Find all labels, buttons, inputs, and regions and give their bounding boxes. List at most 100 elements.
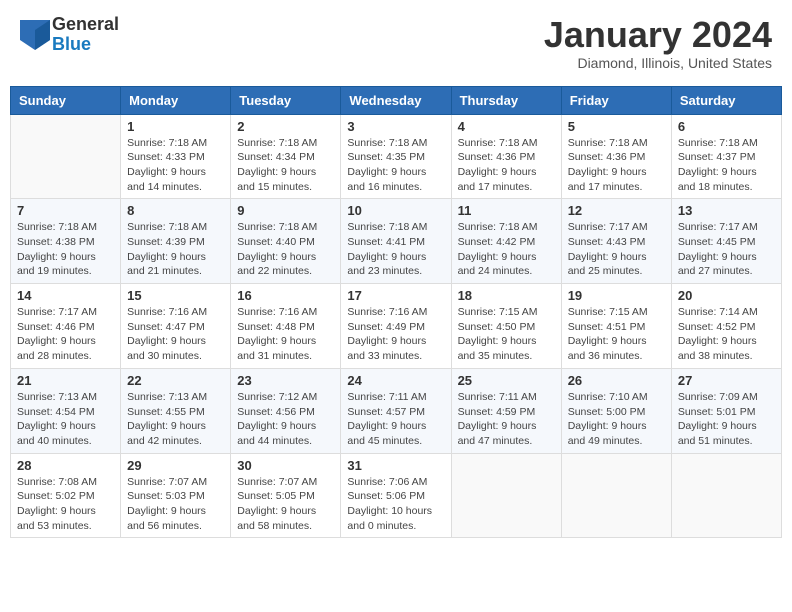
day-number: 3 <box>347 119 444 134</box>
day-info: Sunrise: 7:18 AMSunset: 4:38 PMDaylight:… <box>17 220 114 279</box>
day-number: 10 <box>347 203 444 218</box>
calendar-cell: 27Sunrise: 7:09 AMSunset: 5:01 PMDayligh… <box>671 368 781 453</box>
calendar-cell <box>671 453 781 538</box>
day-info: Sunrise: 7:18 AMSunset: 4:35 PMDaylight:… <box>347 136 444 195</box>
calendar-cell: 3 Sunrise: 7:18 AMSunset: 4:35 PMDaylight… <box>341 114 451 199</box>
page-header: General Blue January 2024 Diamond, Illin… <box>10 10 782 76</box>
calendar-cell <box>561 453 671 538</box>
day-info: Sunrise: 7:15 AMSunset: 4:50 PMDaylight:… <box>458 305 555 364</box>
calendar-cell: 12Sunrise: 7:17 AMSunset: 4:43 PMDayligh… <box>561 199 671 284</box>
day-info: Sunrise: 7:13 AMSunset: 4:54 PMDaylight:… <box>17 390 114 449</box>
day-number: 12 <box>568 203 665 218</box>
day-header-friday: Friday <box>561 86 671 114</box>
month-title: January 2024 <box>544 15 772 55</box>
day-number: 1 <box>127 119 224 134</box>
logo-text: General Blue <box>52 15 119 55</box>
day-number: 5 <box>568 119 665 134</box>
calendar-cell: 19 Sunrise: 7:15 AMSunset: 4:51 PMDayligh… <box>561 284 671 369</box>
day-info: Sunrise: 7:16 AMSunset: 4:49 PMDaylight:… <box>347 305 444 364</box>
day-info: Sunrise: 7:16 AMSunset: 4:47 PMDaylight:… <box>127 305 224 364</box>
calendar-cell: 10 Sunrise: 7:18 AMSunset: 4:41 PMDayligh… <box>341 199 451 284</box>
calendar-cell: 31 Sunrise: 7:06 AMSunset: 5:06 PMDayligh… <box>341 453 451 538</box>
day-number: 14 <box>17 288 114 303</box>
day-header-sunday: Sunday <box>11 86 121 114</box>
day-header-monday: Monday <box>121 86 231 114</box>
day-number: 11 <box>458 203 555 218</box>
calendar-cell: 24 Sunrise: 7:11 AMSunset: 4:57 PMDayligh… <box>341 368 451 453</box>
calendar-week-row: 28Sunrise: 7:08 AMSunset: 5:02 PMDayligh… <box>11 453 782 538</box>
calendar-cell: 1 Sunrise: 7:18 AMSunset: 4:33 PMDaylight… <box>121 114 231 199</box>
calendar-week-row: 1 Sunrise: 7:18 AMSunset: 4:33 PMDaylight… <box>11 114 782 199</box>
calendar-cell <box>451 453 561 538</box>
day-info: Sunrise: 7:18 AMSunset: 4:41 PMDaylight:… <box>347 220 444 279</box>
day-info: Sunrise: 7:13 AMSunset: 4:55 PMDaylight:… <box>127 390 224 449</box>
calendar-week-row: 21 Sunrise: 7:13 AMSunset: 4:54 PMDayligh… <box>11 368 782 453</box>
day-number: 22 <box>127 373 224 388</box>
calendar-table: SundayMondayTuesdayWednesdayThursdayFrid… <box>10 86 782 539</box>
calendar-cell: 17 Sunrise: 7:16 AMSunset: 4:49 PMDayligh… <box>341 284 451 369</box>
calendar-cell: 29Sunrise: 7:07 AMSunset: 5:03 PMDayligh… <box>121 453 231 538</box>
day-info: Sunrise: 7:18 AMSunset: 4:39 PMDaylight:… <box>127 220 224 279</box>
day-number: 23 <box>237 373 334 388</box>
day-number: 15 <box>127 288 224 303</box>
day-number: 2 <box>237 119 334 134</box>
calendar-cell: 20Sunrise: 7:14 AMSunset: 4:52 PMDayligh… <box>671 284 781 369</box>
day-number: 21 <box>17 373 114 388</box>
day-info: Sunrise: 7:09 AMSunset: 5:01 PMDaylight:… <box>678 390 775 449</box>
day-number: 17 <box>347 288 444 303</box>
calendar-week-row: 14Sunrise: 7:17 AMSunset: 4:46 PMDayligh… <box>11 284 782 369</box>
day-number: 9 <box>237 203 334 218</box>
calendar-cell: 22 Sunrise: 7:13 AMSunset: 4:55 PMDayligh… <box>121 368 231 453</box>
day-number: 30 <box>237 458 334 473</box>
day-number: 24 <box>347 373 444 388</box>
day-info: Sunrise: 7:10 AMSunset: 5:00 PMDaylight:… <box>568 390 665 449</box>
calendar-cell: 4 Sunrise: 7:18 AMSunset: 4:36 PMDaylight… <box>451 114 561 199</box>
day-number: 29 <box>127 458 224 473</box>
logo: General Blue <box>20 15 119 55</box>
day-info: Sunrise: 7:15 AMSunset: 4:51 PMDaylight:… <box>568 305 665 364</box>
day-info: Sunrise: 7:18 AMSunset: 4:37 PMDaylight:… <box>678 136 775 195</box>
calendar-cell: 16 Sunrise: 7:16 AMSunset: 4:48 PMDayligh… <box>231 284 341 369</box>
day-info: Sunrise: 7:18 AMSunset: 4:36 PMDaylight:… <box>458 136 555 195</box>
day-info: Sunrise: 7:12 AMSunset: 4:56 PMDaylight:… <box>237 390 334 449</box>
calendar-cell: 9 Sunrise: 7:18 AMSunset: 4:40 PMDaylight… <box>231 199 341 284</box>
calendar-cell: 30 Sunrise: 7:07 AMSunset: 5:05 PMDayligh… <box>231 453 341 538</box>
calendar-cell: 11 Sunrise: 7:18 AMSunset: 4:42 PMDayligh… <box>451 199 561 284</box>
day-number: 26 <box>568 373 665 388</box>
day-number: 6 <box>678 119 775 134</box>
day-info: Sunrise: 7:16 AMSunset: 4:48 PMDaylight:… <box>237 305 334 364</box>
day-number: 16 <box>237 288 334 303</box>
day-number: 19 <box>568 288 665 303</box>
day-info: Sunrise: 7:18 AMSunset: 4:34 PMDaylight:… <box>237 136 334 195</box>
day-number: 31 <box>347 458 444 473</box>
day-header-saturday: Saturday <box>671 86 781 114</box>
day-number: 18 <box>458 288 555 303</box>
day-number: 13 <box>678 203 775 218</box>
day-info: Sunrise: 7:07 AMSunset: 5:05 PMDaylight:… <box>237 475 334 534</box>
logo-blue-text: Blue <box>52 35 119 55</box>
day-info: Sunrise: 7:18 AMSunset: 4:33 PMDaylight:… <box>127 136 224 195</box>
day-info: Sunrise: 7:17 AMSunset: 4:45 PMDaylight:… <box>678 220 775 279</box>
day-info: Sunrise: 7:11 AMSunset: 4:57 PMDaylight:… <box>347 390 444 449</box>
day-info: Sunrise: 7:06 AMSunset: 5:06 PMDaylight:… <box>347 475 444 534</box>
logo-general-text: General <box>52 15 119 35</box>
calendar-cell <box>11 114 121 199</box>
day-header-wednesday: Wednesday <box>341 86 451 114</box>
day-info: Sunrise: 7:18 AMSunset: 4:40 PMDaylight:… <box>237 220 334 279</box>
day-info: Sunrise: 7:11 AMSunset: 4:59 PMDaylight:… <box>458 390 555 449</box>
day-number: 4 <box>458 119 555 134</box>
day-info: Sunrise: 7:18 AMSunset: 4:42 PMDaylight:… <box>458 220 555 279</box>
calendar-week-row: 7Sunrise: 7:18 AMSunset: 4:38 PMDaylight… <box>11 199 782 284</box>
calendar-cell: 7Sunrise: 7:18 AMSunset: 4:38 PMDaylight… <box>11 199 121 284</box>
day-number: 8 <box>127 203 224 218</box>
calendar-cell: 5 Sunrise: 7:18 AMSunset: 4:36 PMDaylight… <box>561 114 671 199</box>
calendar-cell: 15 Sunrise: 7:16 AMSunset: 4:47 PMDayligh… <box>121 284 231 369</box>
logo-icon <box>20 20 50 50</box>
day-info: Sunrise: 7:18 AMSunset: 4:36 PMDaylight:… <box>568 136 665 195</box>
day-number: 20 <box>678 288 775 303</box>
calendar-cell: 6 Sunrise: 7:18 AMSunset: 4:37 PMDaylight… <box>671 114 781 199</box>
title-area: January 2024 Diamond, Illinois, United S… <box>544 15 772 71</box>
calendar-cell: 28Sunrise: 7:08 AMSunset: 5:02 PMDayligh… <box>11 453 121 538</box>
calendar-cell: 23 Sunrise: 7:12 AMSunset: 4:56 PMDayligh… <box>231 368 341 453</box>
day-header-tuesday: Tuesday <box>231 86 341 114</box>
